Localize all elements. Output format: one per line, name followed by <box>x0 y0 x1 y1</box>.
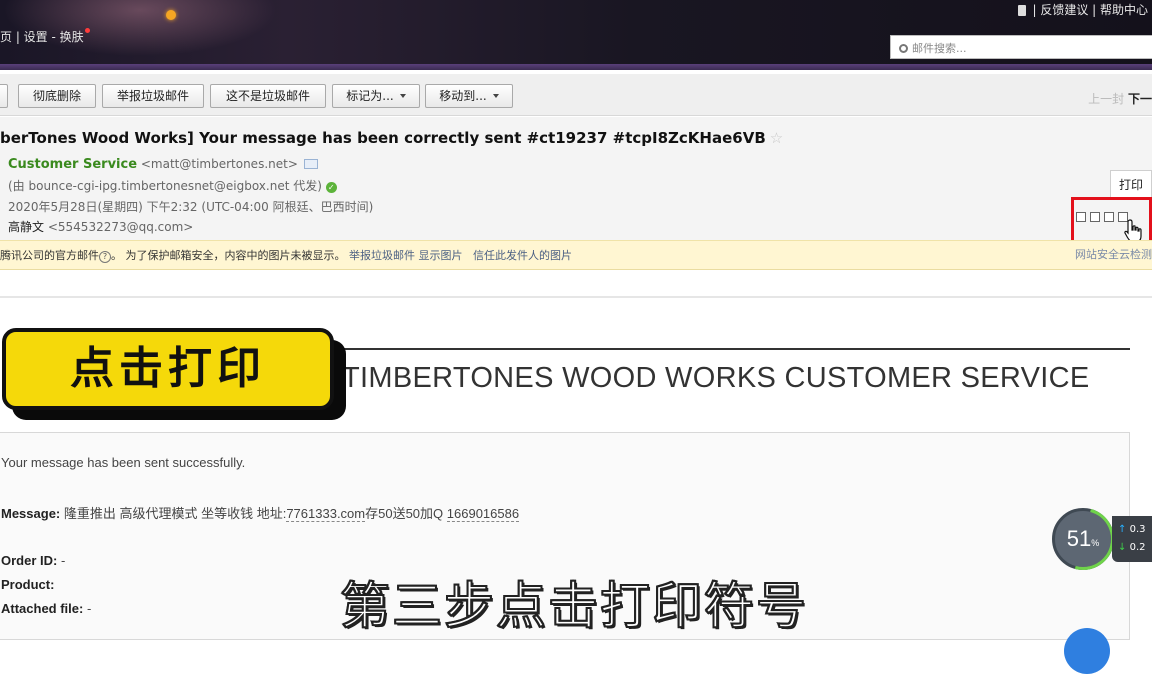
download-arrow-icon: ↓ <box>1118 542 1127 553</box>
mail-subject: berTones Wood Works] Your message has be… <box>0 129 783 147</box>
gauge-number: 51 <box>1066 526 1092 551</box>
gauge-unit: % <box>1091 538 1100 548</box>
chevron-down-icon <box>399 94 406 98</box>
print-button[interactable]: 打印 <box>1110 170 1152 200</box>
star-icon[interactable]: ☆ <box>770 129 783 147</box>
report-spam-button[interactable]: 举报垃圾邮件 <box>102 84 204 108</box>
mail-pager: 上一封 下一 <box>1088 90 1152 107</box>
help-icon[interactable]: ? <box>99 251 111 263</box>
security-notice-bar: 腾讯公司的官方邮件?。 为了保护邮箱安全，内容中的图片未被显示。 举报垃圾邮件 … <box>0 240 1152 270</box>
content-divider <box>0 296 1152 298</box>
product-row: Product: <box>1 577 54 592</box>
prev-mail-link[interactable]: 上一封 <box>1088 92 1124 106</box>
attached-value: - <box>86 601 92 616</box>
success-message: Your message has been sent successfully. <box>1 455 246 470</box>
search-icon <box>899 44 908 53</box>
download-speed: 0.2 <box>1129 542 1146 553</box>
select-button[interactable] <box>0 84 8 108</box>
new-skin-dot-icon <box>84 28 90 33</box>
button-label: 移动到... <box>439 89 487 103</box>
order-row: Order ID: - <box>1 553 65 568</box>
order-label: Order ID: <box>1 553 58 568</box>
top-right-links[interactable]: | 反馈建议 | 帮助中心 <box>1018 0 1152 18</box>
sender-name[interactable]: Customer Service <box>8 157 137 172</box>
search-placeholder: 邮件搜索... <box>912 42 967 55</box>
brand-heading: TIMBERTONES WOOD WORKS CUSTOMER SERVICE <box>342 362 1090 394</box>
mail-search-input[interactable]: 邮件搜索... <box>890 35 1152 59</box>
brand-rule <box>340 348 1130 350</box>
sent-via-line: (由 bounce-cgi-ipg.timbertonesnet@eigbox.… <box>8 177 337 194</box>
button-label: 彻底删除 <box>32 89 81 103</box>
feedback-help-links[interactable]: | 反馈建议 | 帮助中心 <box>1032 3 1148 17</box>
mail-toolbar: 彻底删除 举报垃圾邮件 这不是垃圾邮件 标记为... 移动到... 上一封 下一 <box>0 74 1152 116</box>
notice-image-text: 。 为了保护邮箱安全，内容中的图片未被显示。 <box>111 249 346 262</box>
gauge-value: 51% <box>1055 526 1111 552</box>
recipient-address: <554532273@qq.com> <box>47 220 194 234</box>
recipient-name[interactable]: 高静文 <box>8 220 44 234</box>
print-button-label: 打印 <box>1118 178 1143 192</box>
attached-label: Attached file: <box>1 601 84 616</box>
site-security-check-link[interactable]: 网站安全云检测 <box>1075 240 1152 269</box>
sender-line: Customer Service <matt@timbertones.net> <box>8 157 318 172</box>
upload-arrow-icon: ↑ <box>1118 524 1127 535</box>
upload-speed: 0.3 <box>1129 524 1146 535</box>
delete-permanently-button[interactable]: 彻底删除 <box>18 84 96 108</box>
message-text: 隆重推出 高级代理模式 坐等收钱 地址: <box>63 506 287 521</box>
order-value: - <box>60 553 66 568</box>
mark-as-dropdown[interactable]: 标记为... <box>332 84 420 108</box>
mobile-icon[interactable] <box>1018 5 1027 16</box>
qq-number[interactable]: 1669016586 <box>446 506 520 522</box>
notice-official-text: 腾讯公司的官方邮件 <box>0 249 99 262</box>
notification-dot-icon <box>166 10 176 20</box>
top-nav-links[interactable]: 页 | 设置 - 换肤 <box>0 28 90 45</box>
header-divider <box>0 64 1152 70</box>
message-link[interactable]: 7761333.com <box>286 506 366 522</box>
subject-text: berTones Wood Works] Your message has be… <box>0 129 766 147</box>
network-speed-widget: ↑ 0.3 ↓ 0.2 <box>1112 516 1152 562</box>
button-label: 标记为... <box>346 89 394 103</box>
mail-date: 2020年5月28日(星期四) 下午2:32 (UTC-04:00 阿根廷、巴西… <box>8 200 374 214</box>
sender-address: <matt@timbertones.net> <box>140 157 298 171</box>
video-subtitle: 第三步点击打印符号 <box>339 576 808 636</box>
contact-card-icon[interactable] <box>303 159 318 169</box>
verified-icon: ✓ <box>325 182 337 193</box>
top-nav-text[interactable]: 页 | 设置 - 换肤 <box>0 30 84 44</box>
attached-row: Attached file: - <box>1 601 91 616</box>
performance-gauge[interactable]: 51% <box>1040 496 1126 582</box>
message-label: Message: <box>1 506 61 521</box>
message-text-2: 存50送50加Q <box>365 506 444 521</box>
sent-via-text: (由 bounce-cgi-ipg.timbertonesnet@eigbox.… <box>8 179 322 193</box>
floating-assistant-icon[interactable] <box>1064 628 1110 674</box>
report-spam-link[interactable]: 举报垃圾邮件 <box>349 249 415 262</box>
not-spam-button[interactable]: 这不是垃圾邮件 <box>210 84 326 108</box>
button-label: 这不是垃圾邮件 <box>225 89 310 103</box>
recipient-line: 高静文 <554532273@qq.com> <box>8 218 193 235</box>
product-label: Product: <box>1 577 55 592</box>
move-to-dropdown[interactable]: 移动到... <box>425 84 513 108</box>
next-mail-link[interactable]: 下一 <box>1128 92 1152 106</box>
button-label: 举报垃圾邮件 <box>116 89 189 103</box>
show-images-link[interactable]: 显示图片 <box>419 249 463 262</box>
mail-header: berTones Wood Works] Your message has be… <box>0 117 1152 241</box>
trust-sender-link[interactable]: 信任此发件人的图片 <box>473 249 572 262</box>
chevron-down-icon <box>492 94 499 98</box>
click-print-tag: 点击打印 <box>2 328 334 410</box>
message-row: Message: 隆重推出 高级代理模式 坐等收钱 地址:7761333.com… <box>1 503 520 522</box>
